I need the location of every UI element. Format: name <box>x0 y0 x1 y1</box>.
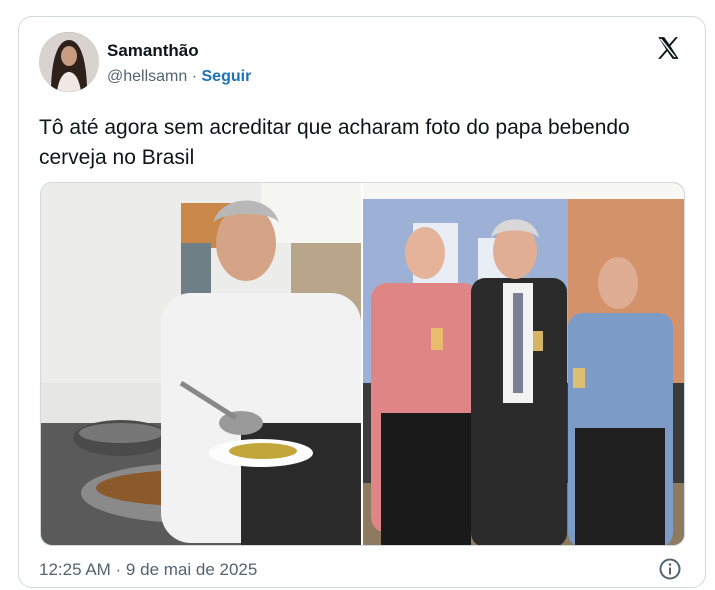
follow-button[interactable]: Seguir <box>202 68 252 85</box>
tweet-card: Samanthão @hellsamn · Seguir Tô até agor… <box>18 16 706 588</box>
info-icon[interactable] <box>658 557 682 581</box>
author-avatar[interactable] <box>39 32 99 92</box>
author-name[interactable]: Samanthão <box>107 41 199 61</box>
media-grid <box>40 182 685 546</box>
photo-priest-serving-food[interactable] <box>41 183 361 545</box>
author-handle[interactable]: @hellsamn <box>107 68 187 85</box>
x-logo-icon[interactable] <box>655 35 681 61</box>
handle-separator: · <box>187 68 202 85</box>
tweet-timestamp[interactable]: 12:25 AM · 9 de mai de 2025 <box>39 560 257 580</box>
author-handle-row: @hellsamn · Seguir <box>107 68 251 86</box>
photo-men-toasting[interactable] <box>363 183 684 545</box>
tweet-text: Tô até agora sem acreditar que acharam f… <box>39 116 630 169</box>
